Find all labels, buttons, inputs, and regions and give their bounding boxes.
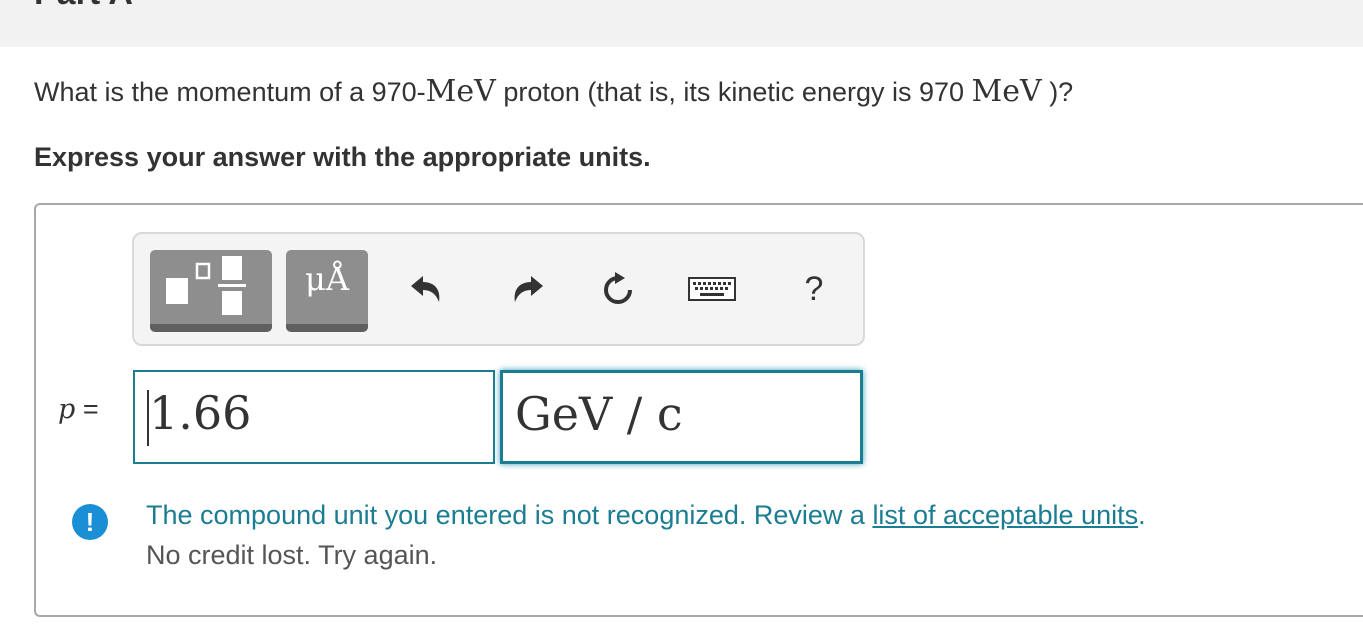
units-icon: μÅ [305, 260, 349, 298]
undo-icon [411, 276, 440, 302]
feedback-secondary-text: No credit lost. Try again. [146, 540, 438, 570]
variable-label: p = [58, 394, 99, 425]
undo-button[interactable] [404, 254, 448, 324]
question-text-before: What is the momentum of a 970- [34, 77, 426, 107]
alert-icon: ! [72, 504, 108, 540]
answer-instruction: Express your answer with the appropriate… [34, 142, 651, 172]
part-title: Part A [34, 0, 133, 13]
feedback-error-message: The compound unit you entered is not rec… [146, 500, 873, 530]
help-button[interactable]: ? [792, 254, 836, 324]
templates-icon [166, 256, 246, 315]
equals-sign: = [82, 394, 99, 424]
math-toolbar: μÅ ? [132, 232, 865, 346]
question-text-middle: proton (that is, its kinetic energy is 9… [495, 77, 972, 107]
templates-button[interactable] [150, 250, 272, 332]
part-header: Part A [0, 0, 1363, 47]
question-text: What is the momentum of a 970-MeV proton… [34, 74, 1073, 109]
question-unit-2: MeV [971, 74, 1042, 109]
feedback-error-text: The compound unit you entered is not rec… [146, 500, 1146, 531]
question-unit: MeV [425, 74, 496, 109]
question-text-after: )? [1041, 77, 1074, 107]
answer-value-input[interactable]: 1.66 [133, 370, 495, 464]
reset-icon [604, 272, 632, 304]
keyboard-button[interactable] [686, 254, 738, 324]
redo-icon [514, 276, 543, 302]
answer-unit-input[interactable]: GeV / c [500, 370, 863, 464]
reset-button[interactable] [596, 254, 640, 324]
variable-symbol: p [58, 394, 76, 425]
feedback-error-end: . [1138, 500, 1146, 530]
redo-button[interactable] [506, 254, 550, 324]
help-icon: ? [804, 269, 824, 308]
keyboard-icon [688, 277, 736, 301]
acceptable-units-link[interactable]: list of acceptable units [872, 500, 1138, 530]
units-button[interactable]: μÅ [286, 250, 368, 332]
